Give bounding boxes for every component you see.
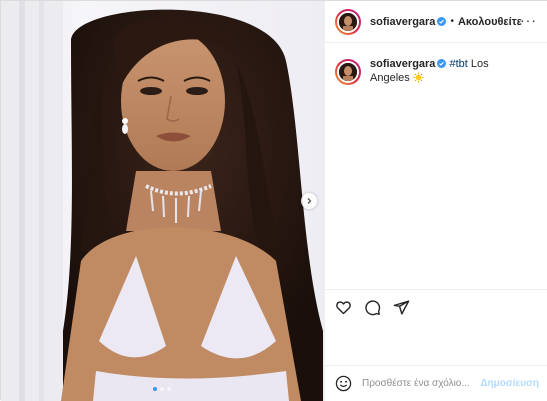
share-icon[interactable]	[393, 299, 410, 316]
comment-icon[interactable]	[364, 299, 381, 316]
avatar[interactable]	[335, 8, 361, 35]
following-button[interactable]: Ακολουθείτε	[458, 16, 522, 28]
caption-text: sofiavergara #tbt Los Angeles	[370, 57, 530, 85]
hashtag-link[interactable]: #tbt	[450, 58, 468, 70]
avatar-image	[339, 12, 357, 31]
avatar[interactable]	[335, 59, 361, 85]
comment-input[interactable]	[362, 378, 481, 389]
heart-icon[interactable]	[335, 299, 352, 316]
post-header: sofiavergara • Ακολουθείτε ···	[325, 1, 547, 43]
post-comment-button[interactable]: Δημοσίευση	[480, 378, 539, 389]
action-bar	[325, 289, 547, 325]
slide-dot-active	[153, 387, 157, 391]
slide-indicator	[153, 387, 171, 391]
caption-row: sofiavergara #tbt Los Angeles	[325, 57, 547, 85]
instagram-post: sofiavergara • Ακολουθείτε ··· sofiaverg…	[0, 0, 547, 401]
chevron-right-icon	[307, 198, 312, 204]
more-dots-icon[interactable]: ···	[520, 13, 537, 27]
verified-badge-icon	[437, 59, 447, 68]
post-photo[interactable]	[1, 1, 324, 401]
slide-dot	[160, 387, 164, 391]
slide-dot	[167, 387, 171, 391]
sun-emoji-icon	[413, 72, 424, 83]
caption-username[interactable]: sofiavergara	[370, 58, 435, 70]
verified-badge-icon	[437, 17, 447, 26]
post-sidebar: sofiavergara • Ακολουθείτε ··· sofiaverg…	[324, 1, 547, 401]
emoji-picker-button[interactable]	[335, 375, 352, 392]
separator-dot: •	[450, 16, 454, 27]
avatar-image	[339, 63, 357, 81]
next-slide-button[interactable]	[301, 193, 317, 209]
add-comment-bar: Δημοσίευση	[325, 365, 547, 401]
smiley-icon	[335, 375, 352, 392]
username-link[interactable]: sofiavergara	[370, 16, 435, 28]
portrait-photo	[1, 1, 324, 401]
